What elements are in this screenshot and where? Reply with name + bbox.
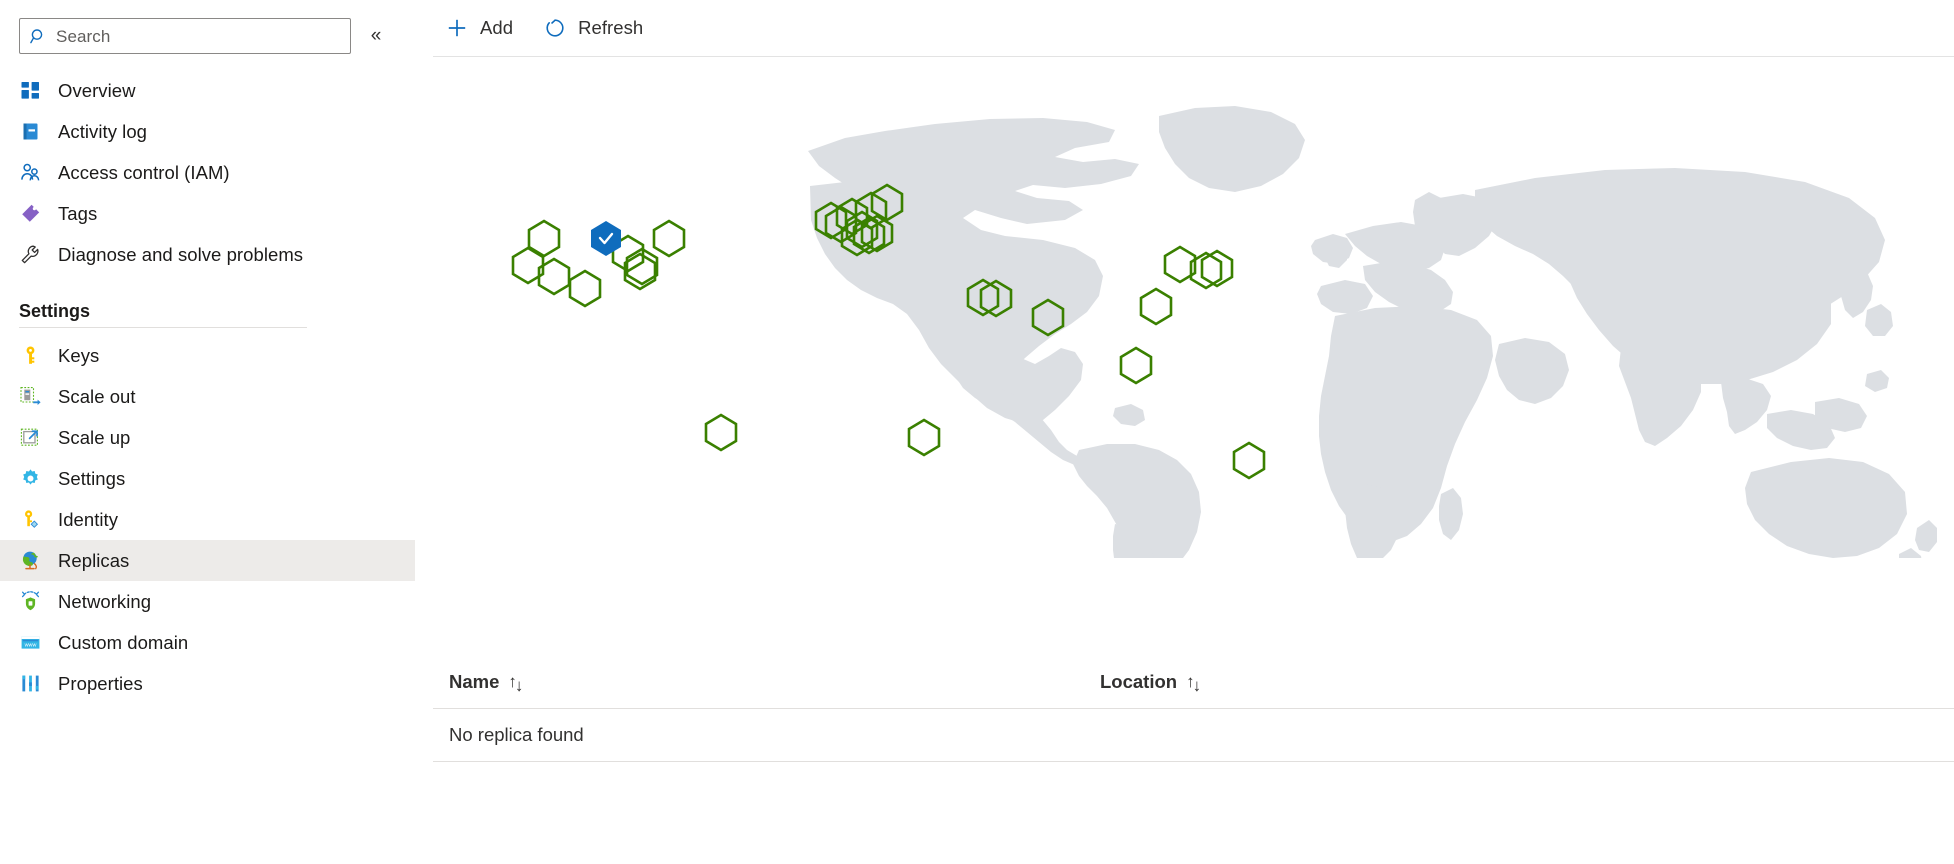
key-icon: [19, 345, 41, 367]
sidebar-item-label: Keys: [58, 345, 99, 367]
svg-text:www: www: [23, 643, 36, 649]
refresh-button[interactable]: Refresh: [535, 8, 657, 48]
sidebar-group-settings-label: Settings: [0, 301, 415, 322]
search-input[interactable]: Search: [19, 18, 351, 54]
sidebar-item-custom-domain[interactable]: www Custom domain: [0, 622, 415, 663]
world-map[interactable]: [415, 58, 1954, 558]
region-marker[interactable]: [539, 259, 569, 294]
content-area: Add Refresh: [415, 0, 1954, 864]
sort-icon: ↑↓: [508, 672, 521, 692]
collapse-sidebar-button[interactable]: «: [359, 19, 393, 53]
add-button-label: Add: [480, 17, 513, 39]
sidebar-item-scale-out[interactable]: Scale out: [0, 376, 415, 417]
replicas-table: Name ↑↓ Location ↑↓ No replica found: [433, 655, 1954, 762]
sidebar-item-properties[interactable]: Properties: [0, 663, 415, 704]
sidebar-item-activity-log[interactable]: Activity log: [0, 111, 415, 152]
sidebar-primary-nav: Overview Activity log: [0, 70, 415, 275]
refresh-button-label: Refresh: [578, 17, 643, 39]
access-control-icon: [19, 162, 41, 184]
activity-log-icon: [19, 121, 41, 143]
sidebar-item-label: Access control (IAM): [58, 162, 230, 184]
empty-state-message: No replica found: [433, 724, 584, 746]
sidebar-item-networking[interactable]: Networking: [0, 581, 415, 622]
wrench-icon: [19, 244, 41, 266]
scale-out-icon: [19, 386, 41, 408]
region-marker[interactable]: [1121, 348, 1151, 383]
region-marker[interactable]: [909, 420, 939, 455]
sidebar-item-overview[interactable]: Overview: [0, 70, 415, 111]
sidebar: Search « Overview: [0, 0, 415, 864]
column-header-name[interactable]: Name ↑↓: [433, 671, 1100, 693]
gear-icon: [19, 468, 41, 490]
refresh-icon: [543, 16, 567, 40]
sidebar-item-label: Scale up: [58, 427, 130, 449]
region-marker[interactable]: [706, 415, 736, 450]
sidebar-item-label: Networking: [58, 591, 151, 613]
map-landmasses: [808, 106, 1937, 558]
overview-icon: [19, 80, 41, 102]
globe-icon: [19, 550, 41, 572]
scale-up-icon: [19, 427, 41, 449]
column-header-name-label: Name: [449, 671, 499, 693]
networking-icon: [19, 591, 41, 613]
sidebar-item-scale-up[interactable]: Scale up: [0, 417, 415, 458]
region-marker[interactable]: [654, 221, 684, 256]
sidebar-item-label: Diagnose and solve problems: [58, 244, 303, 266]
world-map-svg[interactable]: [415, 58, 1954, 558]
sidebar-item-label: Properties: [58, 673, 143, 695]
sidebar-item-settings[interactable]: Settings: [0, 458, 415, 499]
sidebar-item-label: Settings: [58, 468, 125, 490]
table-empty-row: No replica found: [433, 709, 1954, 762]
sort-icon: ↑↓: [1186, 672, 1199, 692]
toolbar-divider: [433, 56, 1954, 57]
sidebar-item-label: Custom domain: [58, 632, 188, 654]
sidebar-item-keys[interactable]: Keys: [0, 335, 415, 376]
sidebar-item-label: Overview: [58, 80, 136, 102]
table-header-row: Name ↑↓ Location ↑↓: [433, 655, 1954, 709]
sidebar-item-label: Activity log: [58, 121, 147, 143]
sidebar-item-label: Scale out: [58, 386, 136, 408]
properties-icon: [19, 673, 41, 695]
sidebar-item-tags[interactable]: Tags: [0, 193, 415, 234]
tags-icon: [19, 203, 41, 225]
command-bar: Add Refresh: [415, 0, 1954, 56]
identity-key-icon: [19, 509, 41, 531]
search-icon: [30, 28, 47, 45]
region-marker-selected[interactable]: [591, 221, 621, 256]
sidebar-item-label: Identity: [58, 509, 118, 531]
sidebar-item-diagnose[interactable]: Diagnose and solve problems: [0, 234, 415, 275]
column-header-location[interactable]: Location ↑↓: [1100, 671, 1954, 693]
sidebar-item-label: Tags: [58, 203, 97, 225]
region-marker[interactable]: [570, 271, 600, 306]
add-button[interactable]: Add: [437, 8, 527, 48]
column-header-location-label: Location: [1100, 671, 1177, 693]
sidebar-item-replicas[interactable]: Replicas: [0, 540, 415, 581]
sidebar-group-divider: [19, 327, 307, 328]
sidebar-item-identity[interactable]: Identity: [0, 499, 415, 540]
sidebar-item-access-control[interactable]: Access control (IAM): [0, 152, 415, 193]
sidebar-settings-nav: Keys Scale out: [0, 335, 415, 704]
sidebar-item-label: Replicas: [58, 550, 129, 572]
replicas-page: Search « Overview: [0, 0, 1954, 864]
custom-domain-icon: www: [19, 632, 41, 654]
search-placeholder: Search: [56, 28, 110, 45]
region-marker[interactable]: [1234, 443, 1264, 478]
plus-icon: [445, 16, 469, 40]
region-marker[interactable]: [1141, 289, 1171, 324]
sidebar-search-row: Search «: [0, 18, 415, 54]
